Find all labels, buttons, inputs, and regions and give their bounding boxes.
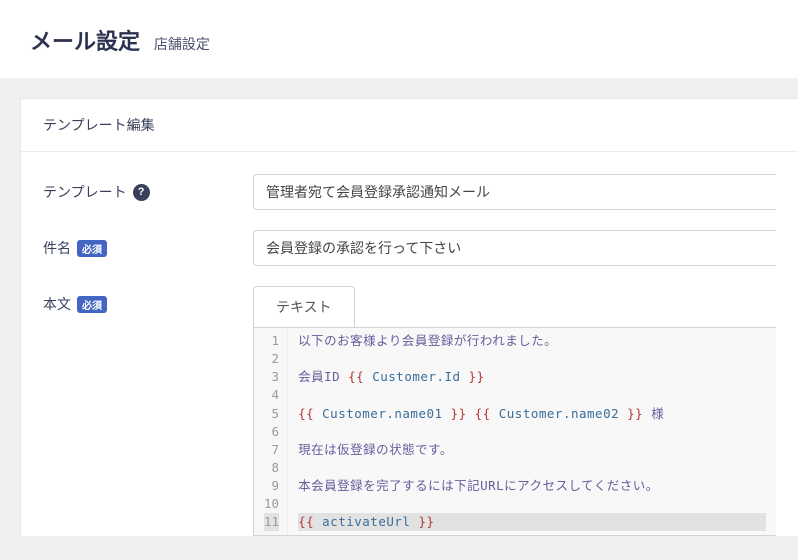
code-line[interactable] bbox=[298, 423, 766, 441]
required-badge: 必須 bbox=[77, 296, 107, 313]
code-line[interactable] bbox=[298, 459, 766, 477]
line-number: 2 bbox=[264, 350, 279, 368]
line-number: 11 bbox=[264, 513, 279, 531]
line-number: 8 bbox=[264, 459, 279, 477]
required-badge: 必須 bbox=[77, 240, 107, 257]
editor-tabs: テキスト bbox=[253, 286, 776, 327]
template-edit-panel: テンプレート編集 テンプレート ? 件名 必須 本文 必須 bbox=[20, 98, 798, 536]
row-template: テンプレート ? bbox=[43, 174, 776, 210]
tab-text[interactable]: テキスト bbox=[253, 286, 355, 327]
line-number: 4 bbox=[264, 386, 279, 404]
subject-label-text: 件名 bbox=[43, 238, 71, 258]
code-line[interactable] bbox=[298, 495, 766, 513]
code-line[interactable]: 本会員登録を完了するには下記URLにアクセスしてください。 bbox=[298, 477, 766, 495]
subject-input[interactable] bbox=[253, 230, 776, 266]
help-icon[interactable]: ? bbox=[133, 184, 150, 201]
page-header: メール設定 店舗設定 bbox=[0, 0, 798, 78]
page-title: メール設定 bbox=[30, 24, 140, 56]
editor-code[interactable]: 以下のお客様より会員登録が行われました。 会員ID {{ Customer.Id… bbox=[288, 328, 776, 535]
line-number: 9 bbox=[264, 477, 279, 495]
code-line[interactable]: {{ Customer.name01 }} {{ Customer.name02… bbox=[298, 405, 766, 423]
row-body: 本文 必須 テキスト 1234567891011 以下のお客様より会員登録が行わ… bbox=[43, 286, 776, 536]
code-line[interactable]: {{ activateUrl }} bbox=[298, 513, 766, 531]
template-label: テンプレート ? bbox=[43, 174, 253, 202]
page-subtitle: 店舗設定 bbox=[154, 34, 210, 54]
line-number: 1 bbox=[264, 332, 279, 350]
code-line[interactable]: 会員ID {{ Customer.Id }} bbox=[298, 368, 766, 386]
template-input[interactable] bbox=[253, 174, 776, 210]
line-number: 5 bbox=[264, 405, 279, 423]
template-label-text: テンプレート bbox=[43, 182, 127, 202]
body-label: 本文 必須 bbox=[43, 286, 253, 314]
line-number: 6 bbox=[264, 423, 279, 441]
line-number: 7 bbox=[264, 441, 279, 459]
panel-body: テンプレート ? 件名 必須 本文 必須 テキスト bbox=[21, 152, 798, 536]
line-number: 3 bbox=[264, 368, 279, 386]
code-line[interactable] bbox=[298, 350, 766, 368]
row-subject: 件名 必須 bbox=[43, 230, 776, 266]
code-line[interactable]: 以下のお客様より会員登録が行われました。 bbox=[298, 332, 766, 350]
line-number: 10 bbox=[264, 495, 279, 513]
editor-gutter: 1234567891011 bbox=[254, 328, 288, 535]
subject-label: 件名 必須 bbox=[43, 230, 253, 258]
code-line[interactable]: 現在は仮登録の状態です。 bbox=[298, 441, 766, 459]
panel-title: テンプレート編集 bbox=[21, 99, 798, 152]
body-label-text: 本文 bbox=[43, 294, 71, 314]
code-line[interactable] bbox=[298, 386, 766, 404]
code-editor[interactable]: 1234567891011 以下のお客様より会員登録が行われました。 会員ID … bbox=[253, 327, 776, 536]
